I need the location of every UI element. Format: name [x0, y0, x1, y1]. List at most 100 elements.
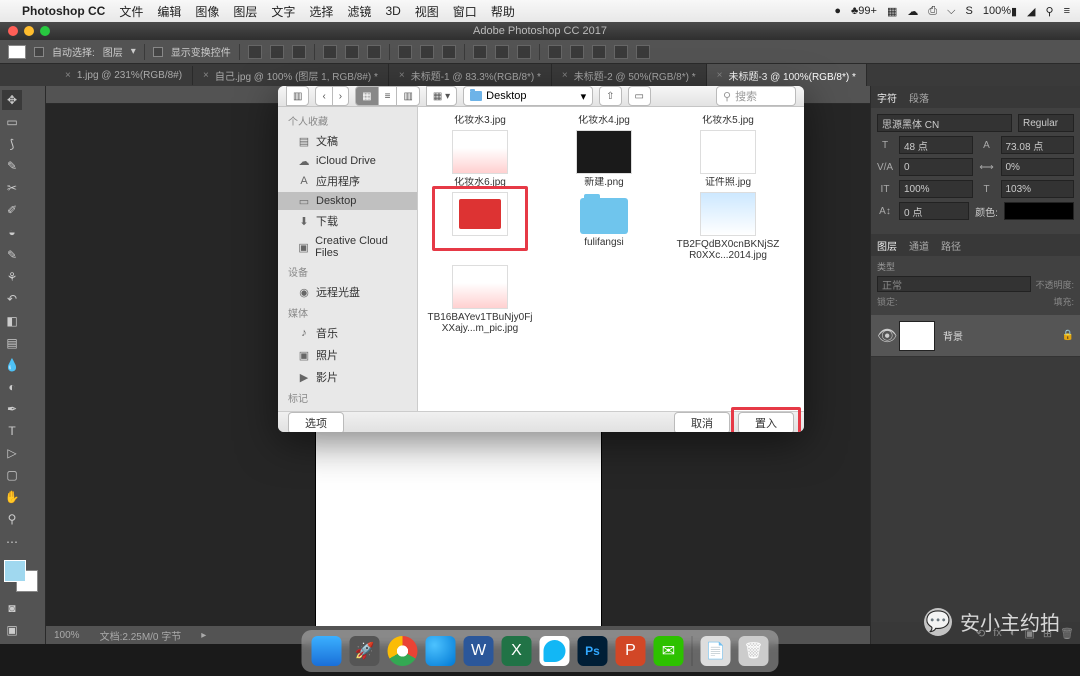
file-item[interactable]: TB2FQdBX0cnBKNjSZR0XXc...2014.jpg [674, 192, 782, 261]
document-tab[interactable]: ×未标题-1 @ 83.3%(RGB/8*) * [389, 64, 552, 87]
marquee-tool[interactable]: ▭ [2, 112, 22, 132]
quickmask-tool[interactable]: ◙ [2, 598, 22, 618]
screenmode-tool[interactable]: ▣ [2, 620, 22, 640]
healing-tool[interactable]: ◒ [2, 222, 22, 242]
distribute-icon[interactable] [495, 45, 509, 59]
blur-tool[interactable]: 💧 [2, 355, 22, 375]
forward-button[interactable]: › [332, 86, 349, 106]
dock-launchpad[interactable]: 🚀 [350, 636, 380, 666]
document-tab[interactable]: ×1.jpg @ 231%(RGB/8#) [55, 66, 193, 85]
brush-tool[interactable]: ✎ [2, 245, 22, 265]
status-chevron-icon[interactable]: ▸ [201, 630, 206, 641]
hscale-field[interactable]: 103% [1001, 180, 1075, 198]
spotlight-icon[interactable]: ⚲ [1046, 5, 1054, 18]
tracking-field[interactable]: 0% [1001, 158, 1075, 176]
distribute-icon[interactable] [398, 45, 412, 59]
leading-field[interactable]: 73.08 点 [1001, 136, 1075, 154]
view-icon-button[interactable]: ▦ [355, 86, 378, 106]
color-swatches[interactable] [2, 560, 42, 596]
dock-wechat[interactable]: ✉ [654, 636, 684, 666]
path-select-tool[interactable]: ▷ [2, 443, 22, 463]
document-tab[interactable]: ×未标题-2 @ 50%(RGB/8*) * [552, 64, 707, 87]
sidebar-item-downloads[interactable]: ⬇下载 [278, 210, 417, 232]
paths-tab[interactable]: 路径 [941, 238, 961, 253]
align-icon[interactable] [367, 45, 381, 59]
menu-extras-icon[interactable]: ◢ [1027, 5, 1035, 18]
sidebar-item-documents[interactable]: ▤文稿 [278, 130, 417, 152]
3d-mode-icon[interactable] [548, 45, 562, 59]
file-item[interactable]: 证件照.jpg [674, 130, 782, 188]
3d-mode-icon[interactable] [614, 45, 628, 59]
align-icon[interactable] [292, 45, 306, 59]
file-item-folder[interactable]: fulifangsi [550, 192, 658, 261]
auto-select-target[interactable]: 图层 [103, 44, 123, 59]
distribute-icon[interactable] [517, 45, 531, 59]
tags-button[interactable]: ▭ [628, 86, 651, 106]
gradient-tool[interactable]: ▤ [2, 333, 22, 353]
wifi-icon[interactable]: ⌵ [947, 5, 955, 18]
align-icon[interactable] [345, 45, 359, 59]
auto-select-checkbox[interactable] [34, 47, 44, 57]
notification-badge[interactable]: ♣ 99+ [851, 5, 877, 17]
3d-mode-icon[interactable] [570, 45, 584, 59]
grid-icon[interactable]: ▦ [887, 5, 897, 18]
text-color-swatch[interactable] [1004, 202, 1074, 220]
align-icon[interactable] [323, 45, 337, 59]
cancel-button[interactable]: 取消 [674, 412, 730, 432]
crop-tool[interactable]: ✂ [2, 178, 22, 198]
dodge-tool[interactable]: ◐ [2, 377, 22, 397]
menu-type[interactable]: 文字 [271, 3, 295, 20]
menu-3d[interactable]: 3D [385, 4, 400, 18]
file-item-selected[interactable] [426, 192, 534, 261]
layer-row-background[interactable]: 👁 背景 🔒 [871, 315, 1080, 357]
pen-tool[interactable]: ✒ [2, 399, 22, 419]
eraser-tool[interactable]: ◧ [2, 311, 22, 331]
kerning-field[interactable]: 0 [899, 158, 973, 176]
font-size-field[interactable]: 48 点 [899, 136, 973, 154]
menu-help[interactable]: 帮助 [491, 3, 515, 20]
document-tab[interactable]: ×自己.jpg @ 100% (图层 1, RGB/8#) * [193, 64, 389, 87]
doc-size[interactable]: 文档:2.25M/0 字节 [100, 628, 182, 643]
layer-thumbnail[interactable] [899, 321, 935, 351]
dropdown-icon[interactable]: ▾ [131, 46, 136, 57]
tool-preset-icon[interactable] [8, 45, 26, 59]
close-tab-icon[interactable]: × [399, 70, 405, 81]
distribute-icon[interactable] [442, 45, 456, 59]
shape-tool[interactable]: ▢ [2, 465, 22, 485]
sidebar-item-apps[interactable]: A应用程序 [278, 170, 417, 192]
file-item[interactable]: 化妆水5.jpg [674, 115, 782, 126]
dock-document[interactable]: 📄 [701, 636, 731, 666]
dock-qq[interactable] [540, 636, 570, 666]
edit-toolbar[interactable]: ⋯ [2, 532, 22, 552]
sogou-icon[interactable]: S [966, 5, 973, 17]
delete-layer-icon[interactable]: 🗑 [1060, 627, 1074, 640]
options-button[interactable]: 选项 [288, 412, 344, 432]
menu-image[interactable]: 图像 [195, 3, 219, 20]
dock-chrome[interactable] [388, 636, 418, 666]
align-icon[interactable] [270, 45, 284, 59]
menu-edit[interactable]: 编辑 [157, 3, 181, 20]
file-item[interactable]: 新建.png [550, 130, 658, 188]
dock-excel[interactable]: X [502, 636, 532, 666]
dock-browser[interactable] [426, 636, 456, 666]
blend-mode-field[interactable]: 正常 [877, 276, 1031, 292]
menu-view[interactable]: 视图 [415, 3, 439, 20]
search-field[interactable]: ⚲ 搜索 [716, 86, 796, 106]
location-dropdown[interactable]: Desktop ▾ [463, 86, 593, 106]
sidebar-item-icloud[interactable]: ☁iCloud Drive [278, 152, 417, 170]
type-tool[interactable]: T [2, 421, 22, 441]
3d-mode-icon[interactable] [636, 45, 650, 59]
sidebar-item-movies[interactable]: ▶影片 [278, 366, 417, 388]
vscale-field[interactable]: 100% [899, 180, 973, 198]
arrange-button[interactable]: ▦ ▾ [426, 86, 457, 106]
show-transform-checkbox[interactable] [153, 47, 163, 57]
quick-select-tool[interactable]: ✎ [2, 156, 22, 176]
close-tab-icon[interactable]: × [717, 70, 723, 81]
close-window-button[interactable] [8, 26, 18, 36]
layers-tab[interactable]: 图层 [877, 238, 897, 253]
maximize-window-button[interactable] [40, 26, 50, 36]
view-column-button[interactable]: ▥ [396, 86, 419, 106]
eyedropper-tool[interactable]: ✐ [2, 200, 22, 220]
cloud-icon[interactable]: ☁ [907, 5, 918, 18]
file-item[interactable]: 化妆水6.jpg [426, 130, 534, 188]
